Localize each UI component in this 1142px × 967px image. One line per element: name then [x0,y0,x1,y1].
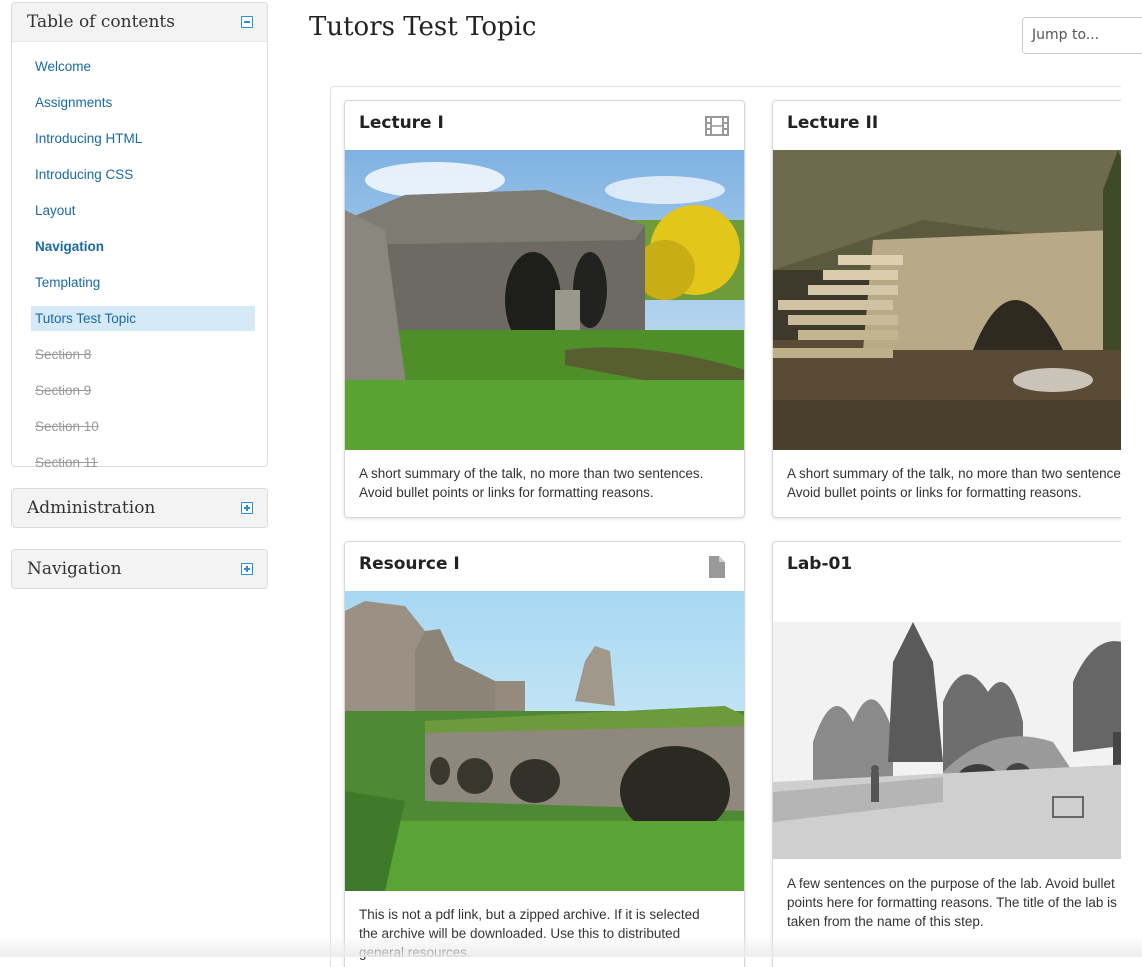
jump-to-select[interactable]: Jump to... [1022,17,1142,54]
expand-icon[interactable] [241,502,253,514]
toc-item: Section 11 [31,450,255,482]
toc-header: Table of contents [12,3,267,42]
tile-title[interactable]: Resource I [359,554,460,574]
toc-link-section-10[interactable]: Section 10 [31,414,255,439]
toc-link-welcome[interactable]: Welcome [31,54,255,79]
toc-item: Layout [31,198,255,230]
tiles-area: Lecture I A short summary of the talk, n… [330,86,1121,967]
toc-item: Introducing CSS [31,162,255,194]
toc-link-section-8[interactable]: Section 8 [31,342,255,367]
toc-block: Table of contents Welcome Assignments Intr… [11,2,268,506]
toc-item: Tutors Test Topic [31,306,255,338]
toc-list: Welcome Assignments Introducing HTML Introd… [12,42,267,526]
toc-link-section-11[interactable]: Section 11 [31,450,255,475]
administration-block: Administration [11,488,268,528]
toc-link-introducing-css[interactable]: Introducing CSS [31,162,255,187]
engraved-bridge-sketch[interactable] [773,622,1121,859]
navigation-header[interactable]: Navigation [12,550,267,588]
toc-link-templating[interactable]: Templating [31,270,255,295]
toc-item: Introducing HTML [31,126,255,158]
toc-title: Table of contents [27,12,175,32]
ruins-bridge-photo[interactable] [345,591,745,891]
expand-icon[interactable] [241,563,253,575]
film-icon [705,116,729,136]
toc-item: Section 10 [31,414,255,446]
toc-item: Section 9 [31,378,255,410]
toc-link-tutors-test-topic[interactable]: Tutors Test Topic [31,306,255,331]
tile-summary: A short summary of the talk, no more tha… [787,466,1121,500]
tile-title[interactable]: Lab-01 [787,554,852,574]
tile-lecture-2[interactable]: Lecture II A short summary of the talk, … [772,100,1121,518]
toc-link-navigation[interactable]: Navigation [31,234,255,259]
collapse-icon[interactable] [241,16,253,28]
toc-link-assignments[interactable]: Assignments [31,90,255,115]
toc-item: Assignments [31,90,255,122]
tile-title[interactable]: Lecture I [359,113,444,133]
toc-item: Section 8 [31,342,255,374]
toc-link-introducing-html[interactable]: Introducing HTML [31,126,255,151]
stone-bridge-photo[interactable] [345,150,745,450]
tile-summary: A few sentences on the purpose of the la… [787,876,1117,929]
toc-item: Templating [31,270,255,302]
navigation-block: Navigation [11,549,268,589]
toc-link-section-9[interactable]: Section 9 [31,378,255,403]
toc-item: Welcome [31,54,255,86]
navigation-title: Navigation [27,559,122,579]
administration-header[interactable]: Administration [12,489,267,527]
administration-title: Administration [27,498,156,518]
toc-item: Navigation [31,234,255,266]
stone-steps-bridge-photo[interactable] [773,150,1121,450]
page-title: Tutors Test Topic [309,12,537,42]
tile-title[interactable]: Lecture II [787,113,878,133]
tile-lab-01[interactable]: Lab-01 A few sentences on the purpose of… [772,541,1121,967]
tile-resource-1[interactable]: Resource I This is not a pdf link, but a… [344,541,745,967]
tile-lecture-1[interactable]: Lecture I A short summary of the talk, n… [344,100,745,518]
bottom-fade [0,935,1142,957]
toc-link-layout[interactable]: Layout [31,198,255,223]
document-icon [709,556,725,578]
tile-summary: A short summary of the talk, no more tha… [359,466,704,500]
